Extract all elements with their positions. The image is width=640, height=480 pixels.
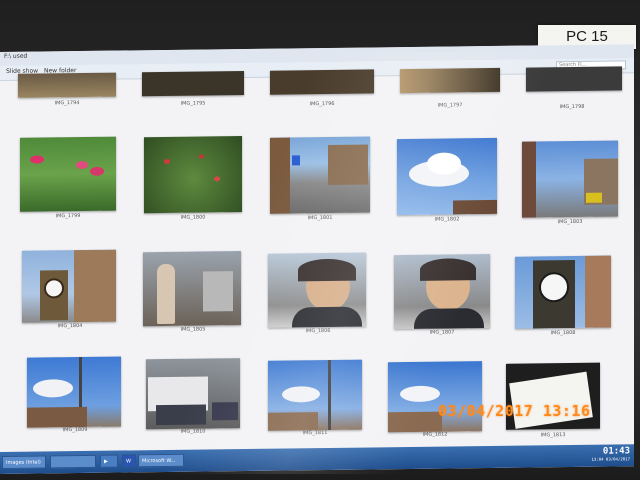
- thumbnail-caption: IMG_1797: [437, 102, 463, 109]
- thumbnail-caption: IMG_1799: [55, 213, 81, 220]
- media-player-icon[interactable]: ▶: [100, 454, 118, 468]
- thumbnail-caption: IMG_1794: [54, 100, 80, 107]
- thumbnail-caption: IMG_1807: [429, 329, 455, 336]
- thumbnail[interactable]: [142, 71, 244, 97]
- thumbnail[interactable]: [144, 136, 242, 214]
- thumbnail[interactable]: [146, 358, 240, 430]
- thumbnail[interactable]: [394, 254, 490, 330]
- thumbnail[interactable]: [397, 137, 497, 216]
- thumbnail-caption: IMG_1805: [180, 326, 206, 333]
- thumbnail-caption: IMG_1800: [180, 214, 206, 221]
- thumbnail[interactable]: [143, 251, 241, 327]
- thumbnail[interactable]: [388, 361, 482, 433]
- window-title: F:\ used: [4, 52, 28, 60]
- thumbnail[interactable]: [400, 67, 500, 94]
- thumbnail-caption: IMG_1798: [559, 103, 585, 111]
- thumbnail-caption: IMG_1804: [57, 322, 83, 330]
- thumbnail[interactable]: [522, 140, 618, 218]
- taskbar-clock: 01:43 13:04 03/04/2017: [591, 446, 630, 462]
- thumbnail-caption: IMG_1801: [307, 214, 333, 222]
- thumbnail-caption: IMG_1808: [550, 329, 576, 337]
- thumbnail-caption: IMG_1796: [309, 100, 335, 108]
- thumbnail[interactable]: [22, 249, 116, 323]
- thumbnail-caption: IMG_1813: [540, 432, 566, 439]
- thumbnail[interactable]: [515, 255, 611, 329]
- thumbnail-caption: IMG_1803: [557, 218, 583, 226]
- word-icon[interactable]: W: [122, 454, 136, 468]
- thumbnail[interactable]: [268, 252, 366, 328]
- thumbnail[interactable]: [270, 136, 370, 214]
- thumbnail-caption: IMG_1812: [422, 431, 448, 438]
- thumbnail[interactable]: [270, 69, 374, 95]
- thumbnail-caption: IMG_1811: [302, 429, 328, 437]
- thumbnail[interactable]: [526, 66, 622, 92]
- thumbnail-caption: IMG_1795: [180, 100, 206, 107]
- thumbnail-caption: IMG_1806: [305, 327, 331, 335]
- thumbnail[interactable]: [18, 72, 116, 98]
- thumbnail[interactable]: [27, 356, 121, 428]
- taskbar-item[interactable]: Microsoft W...: [138, 453, 184, 468]
- thumbnail-caption: IMG_1810: [180, 428, 206, 435]
- taskbar-item[interactable]: Images (Intel): [2, 455, 46, 469]
- camera-date-stamp: 03/04/2017 13:16: [438, 402, 591, 420]
- thumbnail-caption: IMG_1802: [434, 216, 460, 223]
- thumbnail[interactable]: [268, 359, 362, 431]
- thumbnail-caption: IMG_1809: [62, 426, 88, 434]
- taskbar-item[interactable]: [50, 454, 96, 469]
- thumbnail[interactable]: [20, 136, 116, 212]
